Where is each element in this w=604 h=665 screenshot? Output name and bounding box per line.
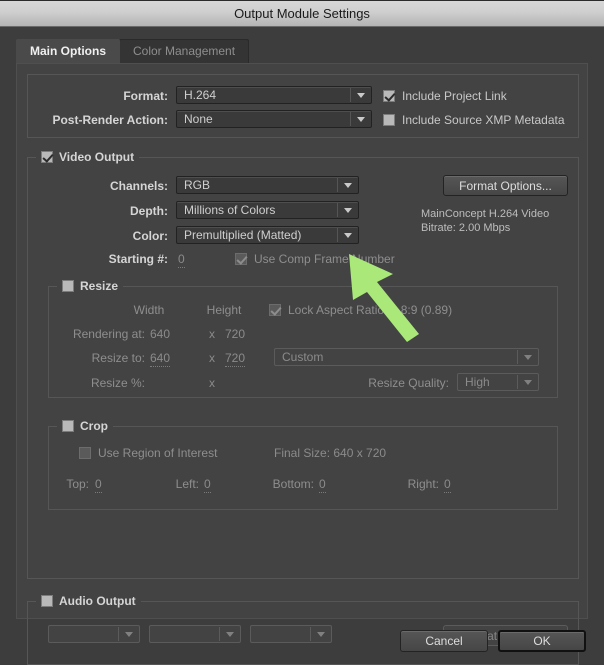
codec-info-text: MainConcept H.264 Video Bitrate: 2.00 Mb… [421, 208, 550, 234]
channels-dropdown[interactable]: RGB [176, 176, 359, 194]
resize-label: Resize [80, 279, 119, 293]
color-label: Color: [132, 229, 168, 243]
crop-top-value[interactable]: 0 [95, 477, 102, 493]
chevron-down-icon [338, 232, 358, 238]
resize-to-width[interactable]: 640 [150, 351, 171, 367]
dialog-footer: Cancel OK [0, 620, 604, 662]
resize-quality-value: High [465, 375, 490, 389]
tab-main-options[interactable]: Main Options [16, 39, 120, 63]
lock-aspect-ratio-row: Lock Aspect Ratio to 8:9 (0.89) [269, 303, 452, 317]
final-size-text: Final Size: 640 x 720 [274, 446, 387, 460]
channels-label: Channels: [109, 179, 168, 193]
format-dropdown[interactable]: H.264 [176, 86, 372, 104]
crop-right-label: Right: [407, 477, 439, 491]
color-dropdown-value: Premultiplied (Matted) [184, 228, 302, 242]
resize-group: Resize Width Height Lock Aspect Ratio to… [48, 279, 558, 398]
resize-to-x: x [209, 351, 215, 365]
ok-button-label: OK [533, 634, 551, 648]
chevron-down-icon [518, 379, 538, 385]
resize-width-header: Width [133, 303, 165, 317]
resize-checkbox[interactable] [62, 280, 74, 292]
video-output-label: Video Output [59, 150, 135, 164]
include-project-link-row[interactable]: Include Project Link [383, 89, 507, 103]
tab-bar: Main Options Color Management [16, 38, 604, 63]
resize-height-header: Height [206, 303, 242, 317]
include-xmp-metadata-row[interactable]: Include Source XMP Metadata [383, 113, 565, 127]
resize-preset-value: Custom [282, 350, 324, 364]
depth-label: Depth: [130, 204, 168, 218]
depth-dropdown[interactable]: Millions of Colors [176, 201, 359, 219]
video-format-options-label: Format Options... [459, 178, 552, 193]
crop-checkbox[interactable] [62, 420, 74, 432]
audio-output-group-title[interactable]: Audio Output [36, 594, 141, 608]
tab-main-options-label: Main Options [30, 44, 106, 58]
chevron-down-icon [351, 116, 371, 122]
include-project-link-checkbox[interactable] [383, 90, 395, 102]
resize-percent-x: x [209, 376, 215, 390]
use-region-of-interest-checkbox [79, 447, 91, 459]
starting-number-label: Starting #: [108, 252, 168, 266]
lock-aspect-ratio-checkbox [269, 304, 281, 316]
rendering-at-height: 720 [225, 327, 246, 341]
use-comp-frame-number-checkbox [235, 253, 247, 265]
channels-dropdown-value: RGB [184, 178, 211, 192]
cancel-button-label: Cancel [425, 634, 463, 648]
format-label: Format: [123, 89, 168, 103]
cancel-button[interactable]: Cancel [400, 630, 488, 652]
post-render-action-label: Post-Render Action: [52, 113, 168, 127]
rendering-at-label: Rendering at: [72, 327, 145, 341]
crop-group: Crop Use Region of Interest Final Size: … [48, 419, 558, 510]
video-format-options-button[interactable]: Format Options... [443, 175, 568, 196]
use-comp-frame-number-label: Use Comp Frame Number [254, 252, 395, 266]
crop-group-title[interactable]: Crop [57, 419, 113, 433]
crop-left-label: Left: [175, 477, 199, 491]
window-titlebar: Output Module Settings [0, 0, 604, 27]
chevron-down-icon [338, 207, 358, 213]
audio-output-label: Audio Output [59, 594, 136, 608]
lock-aspect-ratio-label: Lock Aspect Ratio to 8:9 (0.89) [288, 303, 453, 317]
include-xmp-metadata-checkbox[interactable] [383, 114, 395, 126]
main-options-panel: Format: H.264 Include Project Link Post-… [16, 63, 588, 665]
crop-bottom-value[interactable]: 0 [319, 477, 326, 493]
video-output-group-title[interactable]: Video Output [36, 150, 140, 164]
resize-to-label: Resize to: [91, 351, 145, 365]
crop-bottom-label: Bottom: [272, 477, 314, 491]
chevron-down-icon [518, 354, 538, 360]
rendering-at-x: x [209, 327, 215, 341]
use-region-of-interest-row: Use Region of Interest [79, 446, 217, 460]
chevron-down-icon [351, 92, 371, 98]
ok-button[interactable]: OK [498, 630, 586, 652]
crop-right-value[interactable]: 0 [444, 477, 451, 493]
format-group: Format: H.264 Include Project Link Post-… [27, 74, 579, 138]
crop-left-value[interactable]: 0 [204, 477, 211, 493]
video-output-group: Video Output Channels: RGB Depth: Millio… [27, 150, 579, 579]
crop-label: Crop [80, 419, 108, 433]
video-output-checkbox[interactable] [41, 151, 53, 163]
resize-quality-label: Resize Quality: [368, 376, 449, 390]
post-render-action-dropdown[interactable]: None [176, 110, 372, 128]
starting-number-value[interactable]: 0 [178, 252, 185, 268]
resize-group-title[interactable]: Resize [57, 279, 124, 293]
color-dropdown[interactable]: Premultiplied (Matted) [176, 226, 359, 244]
post-render-action-value: None [184, 112, 213, 126]
tab-color-management[interactable]: Color Management [119, 39, 250, 63]
tab-color-management-label: Color Management [133, 44, 236, 58]
use-region-of-interest-label: Use Region of Interest [98, 446, 218, 460]
resize-preset-dropdown: Custom [274, 348, 539, 366]
rendering-at-width: 640 [150, 327, 171, 341]
window-title: Output Module Settings [234, 5, 370, 21]
chevron-down-icon [338, 182, 358, 188]
resize-to-height[interactable]: 720 [225, 351, 246, 367]
include-project-link-label: Include Project Link [402, 89, 507, 103]
resize-quality-dropdown: High [457, 373, 539, 391]
use-comp-frame-number-row: Use Comp Frame Number [235, 252, 395, 266]
format-dropdown-value: H.264 [184, 88, 217, 102]
resize-percent-label: Resize %: [90, 376, 145, 390]
include-xmp-metadata-label: Include Source XMP Metadata [402, 113, 565, 127]
audio-output-checkbox[interactable] [41, 595, 53, 607]
depth-dropdown-value: Millions of Colors [184, 203, 276, 217]
crop-top-label: Top: [66, 477, 89, 491]
